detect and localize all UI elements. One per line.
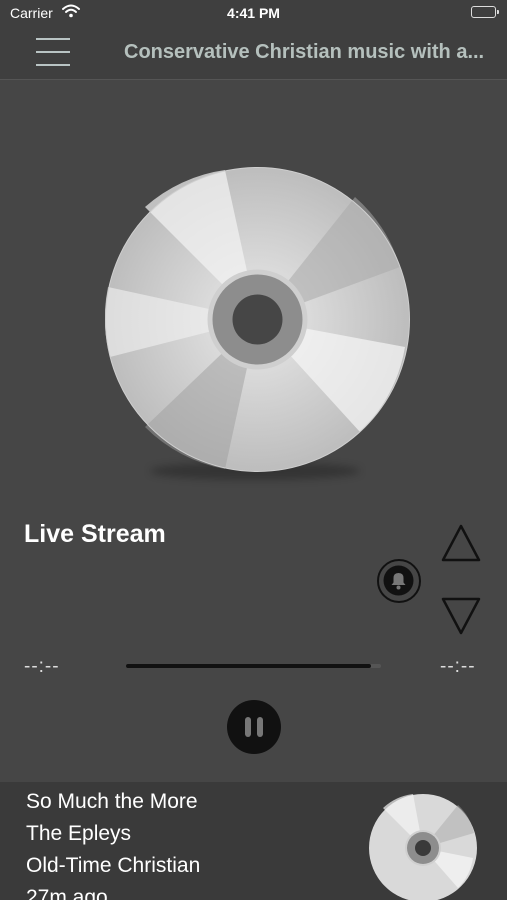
stream-title: Live Stream [24, 520, 166, 548]
now-playing-panel[interactable]: So Much the More The Epleys Old-Time Chr… [0, 782, 507, 900]
played-ago: 27m ago [26, 886, 108, 900]
battery-icon [471, 6, 499, 18]
pause-button[interactable] [227, 700, 281, 754]
artist-name: The Epleys [26, 822, 132, 845]
hamburger-menu-icon[interactable] [36, 36, 72, 70]
triangle-down-icon[interactable] [440, 596, 482, 636]
station-title: Conservative Christian music with a... [124, 41, 485, 63]
triangle-up-icon[interactable] [440, 523, 482, 563]
status-bar: Carrier 4:41 PM [0, 0, 507, 28]
nav-bar: Conservative Christian music with a... [0, 28, 507, 80]
song-title: So Much the More [26, 790, 198, 813]
progress-bar[interactable] [126, 664, 381, 668]
album-name: Old-Time Christian [26, 854, 201, 877]
progress-fill [126, 664, 371, 668]
elapsed-time: --:-- [24, 656, 60, 677]
cd-thumbnail-icon [368, 793, 478, 900]
bell-icon[interactable] [377, 559, 421, 603]
pause-icon [245, 717, 251, 737]
clock: 4:41 PM [227, 5, 280, 21]
cd-disc-icon [104, 167, 410, 472]
remaining-time: --:-- [440, 656, 476, 677]
